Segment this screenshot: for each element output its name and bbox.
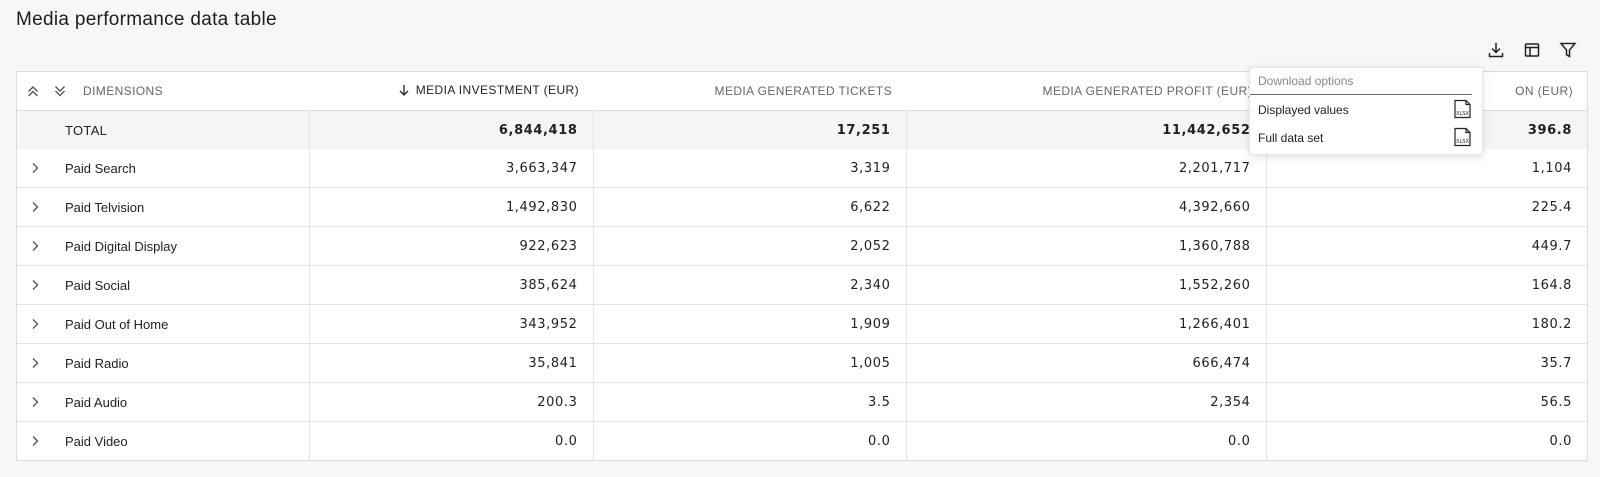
total-investment-cell: 6,844,418 bbox=[308, 110, 593, 149]
header-profit-label: MEDIA GENERATED PROFIT (EUR) bbox=[1042, 84, 1252, 98]
expand-row-icon[interactable] bbox=[17, 435, 53, 447]
header-tickets-label: MEDIA GENERATED TICKETS bbox=[714, 84, 892, 98]
tickets-cell: 1,909 bbox=[592, 304, 906, 344]
xlsx-file-icon: XLSX bbox=[1452, 99, 1474, 122]
last-column-cell: 35.7 bbox=[1265, 343, 1587, 383]
expand-all-icon[interactable] bbox=[49, 81, 71, 101]
header-dimensions: DIMENSIONS bbox=[17, 72, 309, 111]
investment-cell: 1,492,830 bbox=[308, 187, 593, 227]
tickets-cell: 3.5 bbox=[592, 382, 906, 422]
download-displayed-values-label: Displayed values bbox=[1258, 103, 1349, 117]
sort-descending-icon bbox=[398, 84, 410, 99]
header-media-investment-label: MEDIA INVESTMENT (EUR) bbox=[415, 83, 579, 97]
investment-cell: 35,841 bbox=[308, 343, 593, 383]
columns-button[interactable] bbox=[1514, 40, 1550, 64]
last-column-cell: 56.5 bbox=[1265, 382, 1587, 422]
table-row[interactable]: Paid Radio 35,841 1,005 666,474 35.7 bbox=[17, 343, 1587, 383]
total-label-cell: TOTAL bbox=[17, 110, 309, 149]
expand-row-icon[interactable] bbox=[17, 240, 53, 252]
profit-cell: 1,266,401 bbox=[905, 304, 1266, 344]
profit-cell: 1,552,260 bbox=[905, 265, 1266, 305]
dimension-cell: Paid Telvision bbox=[17, 187, 309, 227]
download-icon bbox=[1487, 41, 1505, 64]
dimension-label: Paid Out of Home bbox=[65, 316, 169, 332]
total-label: TOTAL bbox=[65, 122, 108, 138]
download-displayed-values[interactable]: Displayed values XLSX bbox=[1250, 96, 1482, 124]
table-row[interactable]: Paid Digital Display 922,623 2,052 1,360,78… bbox=[17, 226, 1587, 266]
profit-cell: 2,354 bbox=[905, 382, 1266, 422]
profit-cell: 2,201,717 bbox=[905, 149, 1266, 188]
tickets-cell: 6,622 bbox=[592, 187, 906, 227]
total-tickets-cell: 17,251 bbox=[592, 110, 906, 149]
investment-cell: 343,952 bbox=[308, 304, 593, 344]
table-row[interactable]: Paid Out of Home 343,952 1,909 1,266,401 180… bbox=[17, 304, 1587, 344]
last-column-cell: 449.7 bbox=[1265, 226, 1587, 266]
dimension-label: Paid Search bbox=[65, 160, 136, 176]
investment-cell: 0.0 bbox=[308, 421, 593, 460]
total-profit-cell: 11,442,652 bbox=[905, 110, 1266, 149]
last-column-cell: 225.4 bbox=[1265, 187, 1587, 227]
page-title: Media performance data table bbox=[16, 9, 277, 30]
filter-icon bbox=[1559, 41, 1577, 64]
tickets-cell: 3,319 bbox=[592, 149, 906, 188]
header-media-generated-profit[interactable]: MEDIA GENERATED PROFIT (EUR) bbox=[906, 72, 1266, 111]
header-media-investment[interactable]: MEDIA INVESTMENT (EUR) bbox=[309, 72, 593, 111]
table-columns-icon bbox=[1523, 41, 1541, 64]
header-media-generated-tickets[interactable]: MEDIA GENERATED TICKETS bbox=[593, 72, 906, 111]
download-options-menu: Download options Displayed values XLSX F… bbox=[1249, 67, 1483, 155]
collapse-all-icon[interactable] bbox=[22, 81, 44, 101]
profit-cell: 666,474 bbox=[905, 343, 1266, 383]
last-column-cell: 0.0 bbox=[1265, 421, 1587, 460]
table-row[interactable]: Paid Audio 200.3 3.5 2,354 56.5 bbox=[17, 382, 1587, 422]
table-toolbar bbox=[1478, 40, 1586, 64]
download-full-data-set-label: Full data set bbox=[1258, 131, 1324, 145]
tickets-cell: 0.0 bbox=[592, 421, 906, 460]
profit-cell: 1,360,788 bbox=[905, 226, 1266, 266]
expand-row-icon[interactable] bbox=[17, 357, 53, 369]
investment-cell: 200.3 bbox=[308, 382, 593, 422]
last-column-cell: 180.2 bbox=[1265, 304, 1587, 344]
download-button[interactable] bbox=[1478, 40, 1514, 64]
investment-cell: 385,624 bbox=[308, 265, 593, 305]
dimension-cell: Paid Digital Display bbox=[17, 226, 309, 266]
dimension-cell: Paid Audio bbox=[17, 382, 309, 422]
investment-cell: 3,663,347 bbox=[308, 149, 593, 188]
expand-row-icon[interactable] bbox=[17, 396, 53, 408]
svg-text:XLSX: XLSX bbox=[1456, 139, 1469, 145]
tickets-cell: 2,340 bbox=[592, 265, 906, 305]
dimension-label: Paid Digital Display bbox=[65, 238, 177, 254]
dimension-label: Paid Telvision bbox=[65, 199, 145, 215]
tickets-cell: 2,052 bbox=[592, 226, 906, 266]
expand-row-icon[interactable] bbox=[17, 318, 53, 330]
download-options-title: Download options bbox=[1250, 68, 1472, 95]
dimension-cell: Paid Video bbox=[17, 422, 309, 461]
dimension-label: Paid Radio bbox=[65, 355, 129, 371]
dimension-cell: Paid Radio bbox=[17, 343, 309, 383]
svg-text:XLSX: XLSX bbox=[1456, 111, 1469, 117]
dimension-cell: Paid Social bbox=[17, 265, 309, 305]
tickets-cell: 1,005 bbox=[592, 343, 906, 383]
download-full-data-set[interactable]: Full data set XLSX bbox=[1250, 124, 1482, 152]
dimension-cell: Paid Out of Home bbox=[17, 304, 309, 344]
xlsx-file-icon: XLSX bbox=[1452, 127, 1474, 150]
table-row[interactable]: Paid Social 385,624 2,340 1,552,260 164.8 bbox=[17, 265, 1587, 305]
investment-cell: 922,623 bbox=[308, 226, 593, 266]
dimension-label: Paid Social bbox=[65, 277, 131, 293]
header-dimensions-label: DIMENSIONS bbox=[83, 84, 164, 98]
profit-cell: 0.0 bbox=[905, 421, 1266, 460]
table-row[interactable]: Paid Video 0.0 0.0 0.0 0.0 bbox=[17, 421, 1587, 461]
dimension-label: Paid Video bbox=[65, 433, 128, 449]
header-last-label: ON (EUR) bbox=[1515, 84, 1573, 98]
last-column-cell: 164.8 bbox=[1265, 265, 1587, 305]
dimension-label: Paid Audio bbox=[65, 394, 128, 410]
expand-row-icon[interactable] bbox=[17, 279, 53, 291]
profit-cell: 4,392,660 bbox=[905, 187, 1266, 227]
table-row[interactable]: Paid Telvision 1,492,830 6,622 4,392,660 225… bbox=[17, 187, 1587, 227]
filter-button[interactable] bbox=[1550, 40, 1586, 64]
expand-row-icon[interactable] bbox=[17, 162, 53, 174]
dimension-cell: Paid Search bbox=[17, 149, 309, 188]
expand-row-icon[interactable] bbox=[17, 201, 53, 213]
